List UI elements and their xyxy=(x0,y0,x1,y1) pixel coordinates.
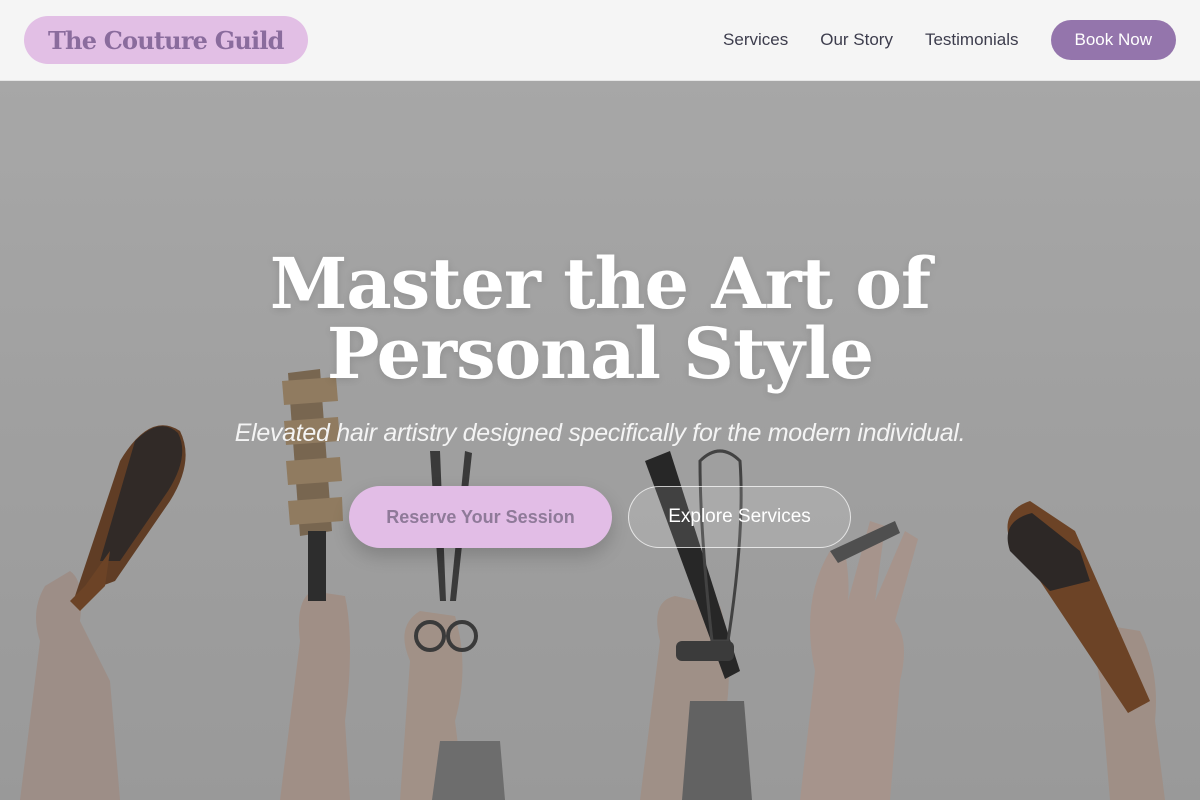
reserve-session-button[interactable]: Reserve Your Session xyxy=(349,486,612,548)
explore-services-button[interactable]: Explore Services xyxy=(628,486,851,548)
page: The Couture Guild Services Our Story Tes… xyxy=(0,0,1200,800)
main-nav: Services Our Story Testimonials Book Now xyxy=(723,20,1176,60)
nav-link-services[interactable]: Services xyxy=(723,30,788,50)
site-header: The Couture Guild Services Our Story Tes… xyxy=(0,0,1200,81)
hero-buttons: Reserve Your Session Explore Services xyxy=(0,486,1200,548)
brand-logo[interactable]: The Couture Guild xyxy=(24,16,308,64)
book-now-button[interactable]: Book Now xyxy=(1050,20,1176,60)
hero-content: Master the Art of Personal Style Elevate… xyxy=(0,249,1200,548)
hero-section: Master the Art of Personal Style Elevate… xyxy=(0,81,1200,800)
nav-link-our-story[interactable]: Our Story xyxy=(820,30,893,50)
hero-subtitle: Elevated hair artistry designed specific… xyxy=(234,419,966,447)
hero-title: Master the Art of Personal Style xyxy=(269,242,931,395)
nav-link-testimonials[interactable]: Testimonials xyxy=(925,30,1019,50)
